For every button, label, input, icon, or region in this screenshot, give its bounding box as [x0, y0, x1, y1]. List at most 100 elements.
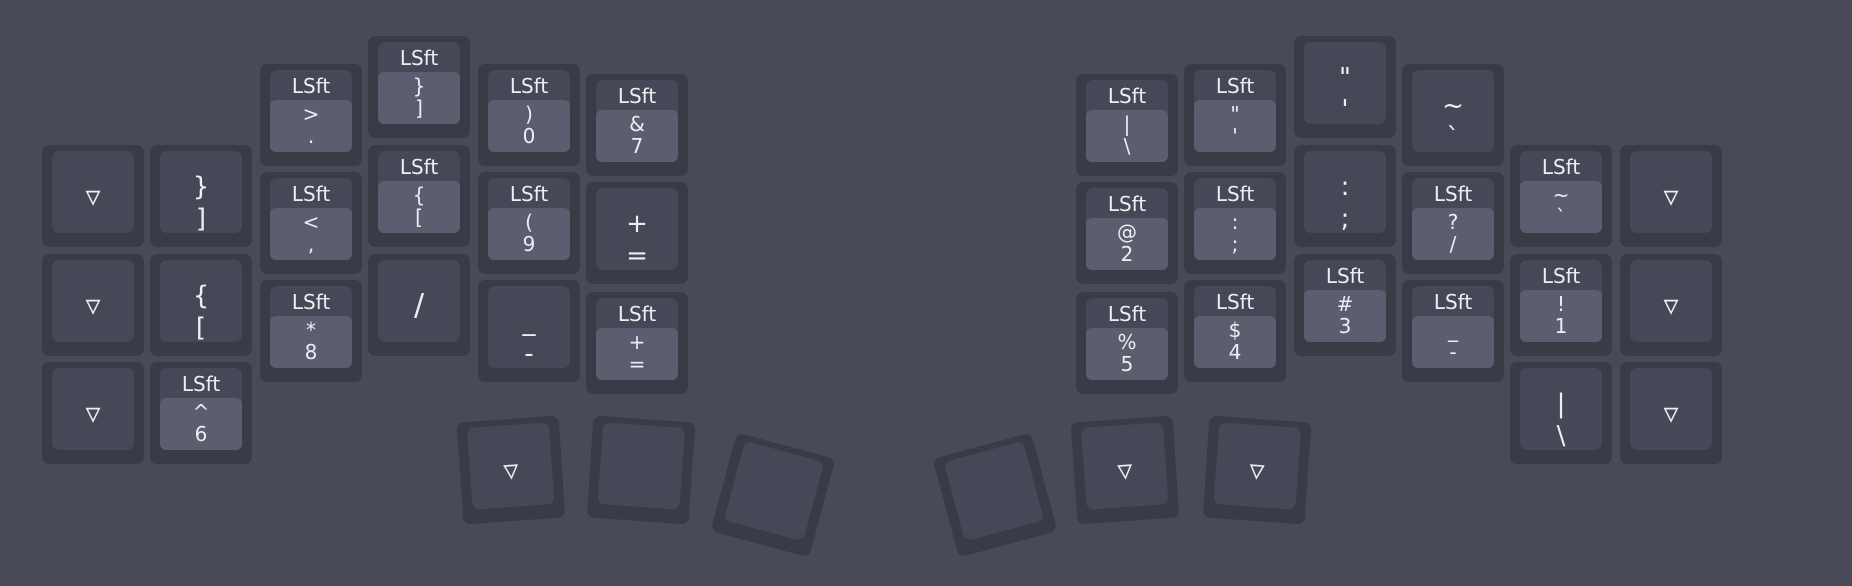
key[interactable]: _ - [478, 280, 580, 382]
transparent-key-icon: ▿ [85, 179, 101, 214]
key-shifted-label: % [1117, 330, 1137, 354]
key[interactable] [710, 432, 836, 558]
key-shifted-label: ? [1447, 210, 1459, 234]
key[interactable]: }] [150, 145, 252, 247]
key[interactable]: LSft:; [1184, 172, 1286, 274]
key[interactable]: LSft #3 [1294, 254, 1396, 356]
key[interactable]: ▿ [1202, 415, 1312, 525]
key[interactable]: LSft ~ ` [1510, 145, 1612, 247]
key-base-label: ' [1232, 124, 1238, 148]
hold-label: LSft [1541, 264, 1581, 288]
key[interactable]: LSft & 7 [586, 74, 688, 176]
key[interactable]: LSft}] [368, 36, 470, 138]
key-base-label: ] [415, 96, 423, 120]
key-base-label: , [307, 232, 315, 256]
keycap: ▿ [52, 260, 134, 342]
key-shifted-label: { [412, 183, 426, 207]
key-shifted-label: ~ [1552, 183, 1570, 207]
key[interactable]: LSft? / [1402, 172, 1504, 274]
key[interactable]: LSft " ' [1184, 64, 1286, 166]
tap-legend: {[ [378, 181, 460, 233]
key[interactable]: LSft) 0 [478, 64, 580, 166]
key-shifted-label: " [1230, 102, 1240, 126]
key-base-label: . [307, 124, 315, 148]
keycap: LSft ^ 6 [160, 368, 242, 450]
key[interactable]: ▿ [456, 415, 566, 525]
key-shifted-label: : [1231, 210, 1239, 234]
key-base-label: \ [1123, 134, 1131, 158]
hold-label: LSft [1215, 182, 1255, 206]
key-base-label: / [1449, 232, 1457, 256]
key[interactable]: :; [1294, 145, 1396, 247]
tap-legend: <, [270, 208, 352, 260]
key-base-label: 5 [1120, 352, 1134, 376]
keycap: LSft @2 [1086, 188, 1168, 270]
key[interactable]: ▿ [1620, 362, 1722, 464]
key[interactable]: LSft{[ [368, 145, 470, 247]
key-base-label: = [628, 352, 646, 376]
keycap: LSft | \ [1086, 80, 1168, 162]
key-shifted-label: ! [1556, 292, 1566, 316]
key[interactable]: " ' [1294, 36, 1396, 138]
key-base-label: ] [195, 204, 207, 234]
key-shifted-label: + [628, 330, 646, 354]
key[interactable] [932, 432, 1058, 558]
key-base-label: [ [415, 205, 423, 229]
key-shifted-label: * [306, 318, 316, 342]
keycap: | \ [1520, 368, 1602, 451]
key-shifted-label: @ [1117, 220, 1137, 244]
key-shifted-label: # [1336, 292, 1354, 316]
key-base-label: = [626, 241, 648, 271]
key-base-label: ` [1556, 205, 1566, 229]
keycap: ▿ [52, 151, 134, 233]
key[interactable]: LSft! 1 [1510, 254, 1612, 356]
key[interactable]: LSft * 8 [260, 280, 362, 382]
key[interactable]: | \ [1510, 362, 1612, 464]
keycap: LSft:; [1194, 178, 1276, 260]
keycap: {[ [160, 260, 242, 343]
key[interactable]: / [368, 254, 470, 356]
key[interactable]: ▿ [42, 145, 144, 247]
key[interactable]: ▿ [1070, 415, 1180, 525]
hold-label: LSft [1107, 192, 1147, 216]
key-base-label: ' [1341, 95, 1349, 125]
key[interactable]: LSft + = [586, 292, 688, 394]
key[interactable]: LSft(9 [478, 172, 580, 274]
keycap: ~ ` [1412, 70, 1494, 153]
key[interactable]: LSft _ - [1402, 280, 1504, 382]
key[interactable]: ~ ` [1402, 64, 1504, 166]
key[interactable]: LSft >. [260, 64, 362, 166]
key[interactable]: ▿ [42, 362, 144, 464]
key-base-label: ` [1446, 123, 1460, 153]
key[interactable] [586, 415, 696, 525]
key[interactable]: LSft <, [260, 172, 362, 274]
tap-legend: >. [270, 100, 352, 152]
hold-label: LSft [399, 46, 439, 70]
keycap: ▿ [466, 422, 555, 510]
key-shifted-label: | [1123, 112, 1131, 136]
keycap: LSft{[ [378, 151, 460, 233]
key-shifted-label: " [1339, 63, 1351, 93]
key[interactable]: LSft | \ [1076, 74, 1178, 176]
tap-legend: & 7 [596, 110, 678, 162]
key-base-label: 1 [1554, 314, 1568, 338]
key-base-label: 7 [630, 134, 644, 158]
key[interactable]: ▿ [42, 254, 144, 356]
keycap [597, 422, 686, 510]
key-shifted-label: _ [522, 307, 536, 337]
key[interactable]: LSft% 5 [1076, 292, 1178, 394]
key[interactable]: ▿ [1620, 254, 1722, 356]
key[interactable]: ▿ [1620, 145, 1722, 247]
key[interactable]: LSft ^ 6 [150, 362, 252, 464]
key[interactable]: + = [586, 182, 688, 284]
keycap: LSft $4 [1194, 286, 1276, 368]
key[interactable]: {[ [150, 254, 252, 356]
hold-label: LSft [1325, 264, 1365, 288]
keycap: LSft + = [596, 298, 678, 380]
key[interactable]: LSft $4 [1184, 280, 1286, 382]
hold-label: LSft [1433, 182, 1473, 206]
key-shifted-label: } [412, 74, 426, 98]
transparent-key-icon: ▿ [1248, 452, 1266, 489]
transparent-key-icon: ▿ [502, 452, 520, 489]
key[interactable]: LSft @2 [1076, 182, 1178, 284]
